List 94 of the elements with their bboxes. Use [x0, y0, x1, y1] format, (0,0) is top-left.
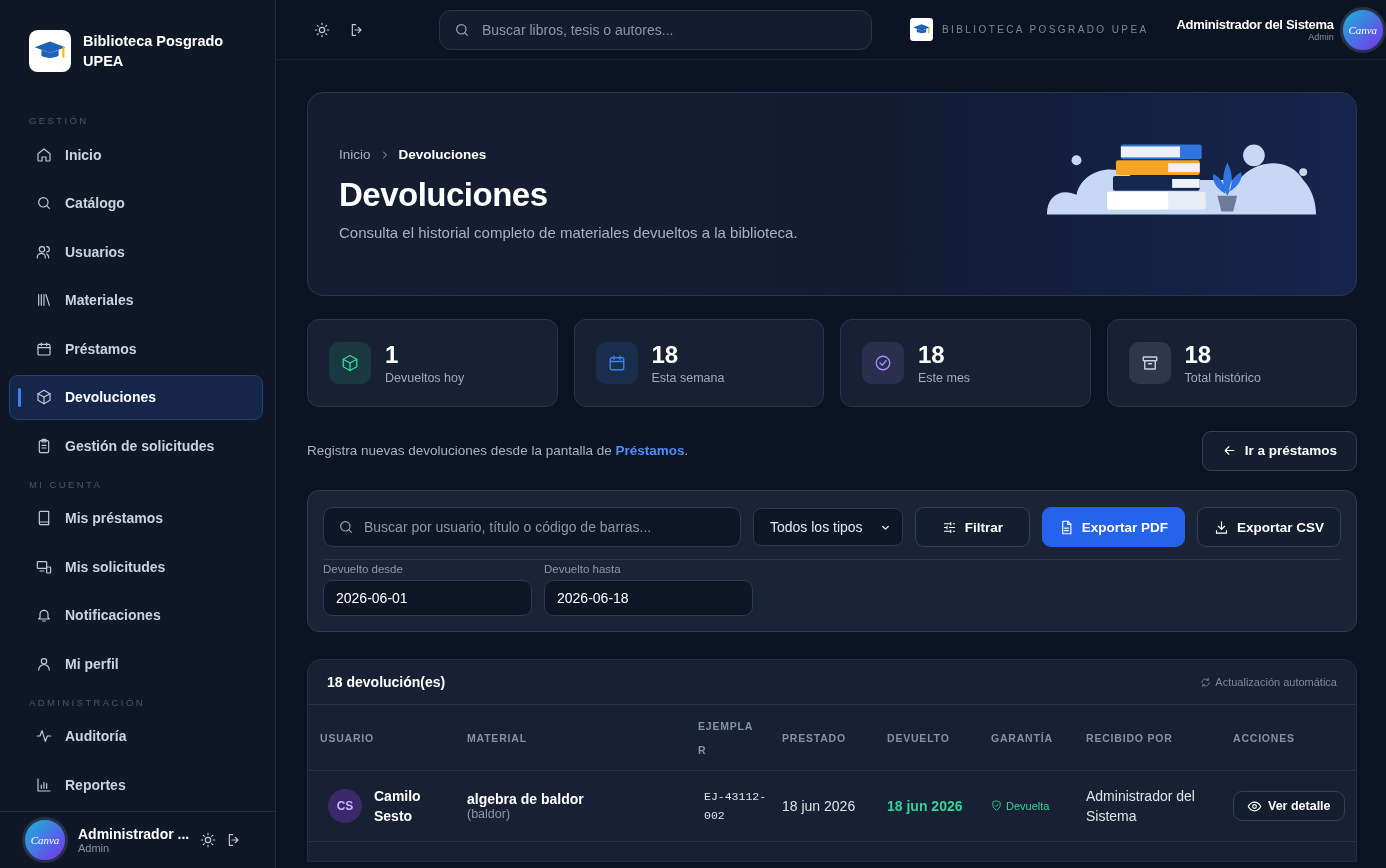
stat-value: 1 — [385, 341, 400, 369]
nav-item[interactable]: Devoluciones — [9, 374, 263, 420]
stat-value: 18 — [918, 341, 946, 369]
column-header: GARANTÍA — [979, 705, 1074, 771]
theme-sun-icon[interactable] — [314, 21, 330, 38]
column-header: ACCIONES — [1221, 705, 1356, 771]
theme-sun-icon[interactable] — [200, 831, 216, 848]
barchart-icon — [36, 776, 52, 793]
nav-item[interactable]: Mi perfil — [9, 641, 263, 686]
stat-label: Total histórico — [1184, 371, 1261, 385]
people-icon — [36, 243, 52, 260]
book-icon — [36, 510, 52, 526]
box-icon — [36, 389, 52, 405]
avatar[interactable]: Canva — [1339, 6, 1386, 53]
date-field[interactable]: 2026-06-18 — [544, 580, 753, 616]
nav-item[interactable]: Auditoría — [9, 713, 263, 759]
table-cell-text: algebra de baldor — [467, 791, 585, 807]
graduation-cap-logo-icon — [29, 30, 71, 72]
nav-item[interactable]: Catálogo — [9, 180, 263, 226]
search-icon — [338, 519, 354, 535]
go-to-loans-button[interactable]: Ir a préstamos — [1201, 430, 1357, 471]
app-name: Biblioteca Posgrado UPEA — [83, 32, 225, 71]
books-icon — [36, 292, 52, 308]
nav-item[interactable]: Mis préstamos — [9, 495, 263, 541]
app-name: BIBLIOTECA POSGRADO UPEA — [942, 24, 1149, 35]
date-field[interactable]: 2026-06-01 — [323, 580, 532, 616]
nav-item[interactable]: Mis solicitudes — [9, 544, 263, 589]
export-pdf-button[interactable]: Exportar PDF — [1041, 507, 1185, 547]
user-role: Admin — [1308, 32, 1334, 42]
user-name: Administrador ... — [78, 825, 190, 842]
sliders-icon — [941, 519, 957, 535]
search-field[interactable]: Buscar por usuario, título o código de barras... — [323, 507, 741, 547]
clipboard-icon — [36, 437, 52, 454]
user-name: Administrador del Sistema — [1176, 17, 1334, 32]
notice-text: Registra nuevas devoluciones desde la pantalla de Préstamos. — [307, 443, 689, 458]
table-cell-text: (baldor) — [467, 807, 512, 821]
table-cell: 18 jun 2026 — [887, 798, 963, 814]
prestamos-link[interactable]: Préstamos — [615, 443, 685, 458]
search-icon — [36, 195, 52, 211]
page-subtitle: Consulta el historial completo de materiales devueltos a la biblioteca. — [339, 224, 798, 241]
download-icon — [1213, 519, 1229, 535]
status-label: Devuelta — [991, 799, 1050, 812]
calendar-icon — [36, 340, 52, 357]
auto-refresh-label: Actualización automática — [1215, 676, 1337, 688]
nav-item[interactable]: Notificaciones — [9, 592, 263, 638]
stat-label: Este mes — [918, 371, 971, 385]
bell-icon — [36, 607, 52, 623]
refresh-icon — [1200, 676, 1212, 688]
table-cell-text: Administrador del Sistema — [1086, 787, 1196, 826]
nav-item[interactable]: Gestión de solicitudes — [9, 423, 263, 468]
column-header: MATERIAL — [455, 705, 686, 771]
house-icon — [36, 146, 52, 163]
nav-item[interactable]: Reportes — [9, 762, 263, 807]
result-count: 18 devolución(es) — [327, 674, 446, 690]
graduation-cap-logo-icon — [910, 18, 933, 41]
user-role: Admin — [78, 841, 111, 854]
shield-check-icon — [991, 800, 1002, 811]
nav-item[interactable]: Materiales — [9, 277, 263, 323]
stat-value: 18 — [1184, 341, 1213, 369]
section-heading: GESTIÓN — [28, 114, 90, 128]
table-cell-text: EJ-43112-002 — [703, 789, 768, 824]
search-icon — [454, 21, 470, 38]
section-heading: MI CUENTA — [28, 477, 104, 492]
field-label: Devuelto desde — [323, 563, 404, 575]
column-header: USUARIO — [308, 705, 455, 771]
column-header: EJEMPLAR — [686, 705, 770, 771]
field-label: Devuelto hasta — [544, 563, 622, 575]
export-csv-button[interactable]: Exportar CSV — [1196, 507, 1341, 547]
pulse-icon — [36, 728, 52, 744]
stat-value: 18 — [651, 341, 680, 369]
type-dropdown[interactable]: Todos los tipos — [753, 508, 904, 546]
table-cell-text: Camilo Sesto — [374, 787, 422, 826]
table-cell: 18 jun 2026 — [782, 798, 856, 814]
column-header: PRESTADO — [770, 705, 875, 771]
nav-item[interactable]: Préstamos — [9, 326, 263, 371]
stat-label: Devueltos hoy — [385, 371, 465, 385]
column-header: DEVUELTO — [875, 705, 979, 771]
search-field[interactable]: Buscar libros, tesis o autores... — [439, 9, 872, 50]
view-detail-button[interactable]: Ver detalle — [1233, 791, 1345, 821]
filter-button[interactable]: Filtrar — [915, 507, 1030, 547]
page-title: Devoluciones — [339, 176, 549, 214]
arrow-left-icon — [1221, 443, 1237, 458]
nav-item[interactable]: Usuarios — [9, 229, 263, 274]
eye-icon — [1247, 798, 1262, 814]
person-icon — [36, 655, 52, 672]
breadcrumb-item[interactable]: Inicio — [339, 147, 371, 162]
section-heading: ADMINISTRACIÓN — [28, 695, 146, 710]
user-initials-avatar: CS — [328, 789, 362, 823]
devices-icon — [36, 558, 52, 575]
stat-label: Esta semana — [651, 371, 725, 385]
nav-item[interactable]: Inicio — [9, 132, 263, 177]
breadcrumb-item: Devoluciones — [398, 147, 487, 162]
column-header: RECIBIDO POR — [1074, 705, 1221, 771]
avatar: Canva — [22, 816, 68, 863]
